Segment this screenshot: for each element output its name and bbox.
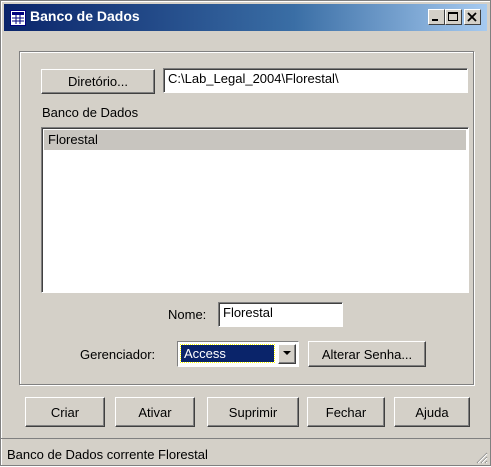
database-app-icon xyxy=(10,10,26,26)
list-item[interactable]: Florestal xyxy=(44,130,466,150)
manager-selected-value: Access xyxy=(180,344,275,363)
name-field[interactable]: Florestal xyxy=(218,302,343,327)
activate-button[interactable]: Ativar xyxy=(115,397,195,427)
database-list-label: Banco de Dados xyxy=(42,105,139,120)
create-button[interactable]: Criar xyxy=(25,397,105,427)
delete-button[interactable]: Suprimir xyxy=(207,397,299,427)
manager-select[interactable]: Access xyxy=(177,341,299,367)
title-bar[interactable]: Banco de Dados xyxy=(4,4,487,31)
name-label: Nome: xyxy=(168,307,207,322)
database-dialog: Banco de Dados Diretório... C:\Lab_Legal… xyxy=(0,0,491,466)
help-button[interactable]: Ajuda xyxy=(394,397,470,427)
minimize-icon xyxy=(432,19,438,21)
close-dialog-button[interactable]: Fechar xyxy=(307,397,385,427)
dropdown-button[interactable] xyxy=(278,344,296,364)
status-text: Banco de Dados corrente Florestal xyxy=(7,447,208,462)
minimize-button[interactable] xyxy=(428,9,445,25)
change-password-button[interactable]: Alterar Senha... xyxy=(308,341,426,367)
database-list[interactable]: Florestal xyxy=(41,127,469,293)
maximize-icon xyxy=(448,12,458,21)
resize-grip-icon[interactable] xyxy=(474,450,488,464)
chevron-down-icon xyxy=(283,351,291,355)
manager-label: Gerenciador: xyxy=(80,347,156,362)
maximize-button[interactable] xyxy=(445,9,462,25)
directory-path-field[interactable]: C:\Lab_Legal_2004\Florestal\ xyxy=(163,68,468,93)
directory-button[interactable]: Diretório... xyxy=(41,69,155,94)
status-bar: Banco de Dados corrente Florestal xyxy=(1,438,490,466)
close-button[interactable] xyxy=(464,9,481,25)
close-icon xyxy=(467,12,477,22)
window-title: Banco de Dados xyxy=(30,8,140,24)
